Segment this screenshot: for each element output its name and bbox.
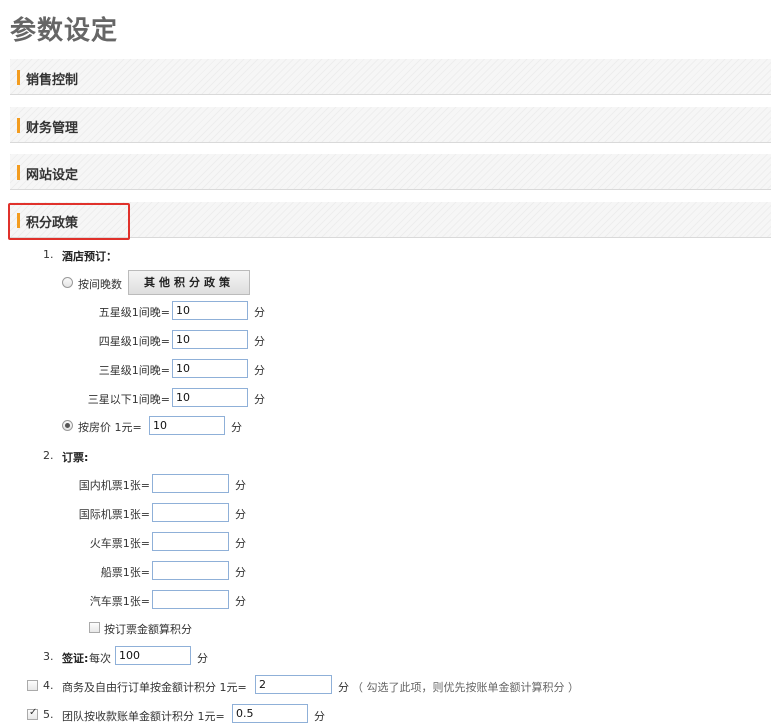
train-label: 火车票1张= xyxy=(89,537,150,550)
bus-input[interactable] xyxy=(152,590,229,609)
visa-title: 签证: xyxy=(62,652,89,665)
business-input[interactable] xyxy=(255,675,332,694)
by-price-label: 按房价 1元= xyxy=(78,421,142,434)
section-finance[interactable]: 财务管理 xyxy=(10,107,771,143)
visa-per-label: 每次 xyxy=(89,652,111,665)
train-input[interactable] xyxy=(152,532,229,551)
section-label: 销售控制 xyxy=(26,73,79,88)
unit-label: 分 xyxy=(235,508,246,521)
ship-input[interactable] xyxy=(152,561,229,580)
item-number: 2. xyxy=(43,449,54,462)
page-title: 参数设定 xyxy=(10,16,119,46)
group-label: 团队按收款账单金额计积分 1元= xyxy=(62,710,225,723)
unit-label: 分 xyxy=(254,393,265,406)
unit-label: 分 xyxy=(254,335,265,348)
unit-label: 分 xyxy=(231,421,242,434)
section-accent xyxy=(17,70,20,85)
business-label: 商务及自由行订单按金额计积分 1元= xyxy=(62,681,247,694)
group-input[interactable] xyxy=(232,704,308,723)
ticket-amount-label: 按订票金额算积分 xyxy=(104,623,192,636)
item-number: 4. xyxy=(43,679,54,692)
five-star-label: 五星级1间晚= xyxy=(98,306,170,319)
section-label: 财务管理 xyxy=(26,121,79,136)
visa-input[interactable] xyxy=(115,646,191,665)
highlight-frame xyxy=(8,203,130,240)
unit-label: 分 xyxy=(235,595,246,608)
group-checkbox[interactable] xyxy=(27,707,38,720)
section-label: 网站设定 xyxy=(26,168,79,183)
unit-label: 分 xyxy=(314,710,325,723)
intl-flight-input[interactable] xyxy=(152,503,229,522)
hotel-title: 酒店预订： xyxy=(62,250,117,263)
section-sales-control[interactable]: 销售控制 xyxy=(10,59,771,95)
intl-flight-label: 国际机票1张= xyxy=(78,508,150,521)
section-website[interactable]: 网站设定 xyxy=(10,154,771,190)
three-star-label: 三星级1间晚= xyxy=(98,364,170,377)
other-policy-button[interactable]: 其他积分政策 xyxy=(128,270,250,295)
ticket-amount-checkbox[interactable] xyxy=(89,622,100,633)
by-night-label: 按间晚数 xyxy=(78,278,122,291)
item-number: 5. xyxy=(43,708,54,721)
item-number: 1. xyxy=(43,248,54,261)
unit-label: 分 xyxy=(338,681,349,694)
unit-label: 分 xyxy=(235,537,246,550)
four-star-label: 四星级1间晚= xyxy=(98,335,170,348)
unit-label: 分 xyxy=(254,364,265,377)
business-checkbox[interactable] xyxy=(27,680,38,691)
three-star-input[interactable] xyxy=(172,359,248,378)
section-accent xyxy=(17,165,20,180)
unit-label: 分 xyxy=(254,306,265,319)
four-star-input[interactable] xyxy=(172,330,248,349)
ship-label: 船票1张= xyxy=(100,566,150,579)
below-three-star-label: 三星以下1间晚= xyxy=(87,393,170,406)
five-star-input[interactable] xyxy=(172,301,248,320)
unit-label: 分 xyxy=(235,566,246,579)
bus-label: 汽车票1张= xyxy=(89,595,150,608)
ticket-title: 订票: xyxy=(62,451,89,464)
below-three-star-input[interactable] xyxy=(172,388,248,407)
unit-label: 分 xyxy=(235,479,246,492)
domestic-flight-label: 国内机票1张= xyxy=(78,479,150,492)
by-night-radio[interactable] xyxy=(62,277,73,288)
business-hint: （ 勾选了此项，则优先按账单金额计算积分 ） xyxy=(352,681,579,694)
by-price-input[interactable] xyxy=(149,416,225,435)
by-price-radio[interactable] xyxy=(62,420,73,431)
item-number: 3. xyxy=(43,650,54,663)
section-accent xyxy=(17,118,20,133)
domestic-flight-input[interactable] xyxy=(152,474,229,493)
unit-label: 分 xyxy=(197,652,208,665)
